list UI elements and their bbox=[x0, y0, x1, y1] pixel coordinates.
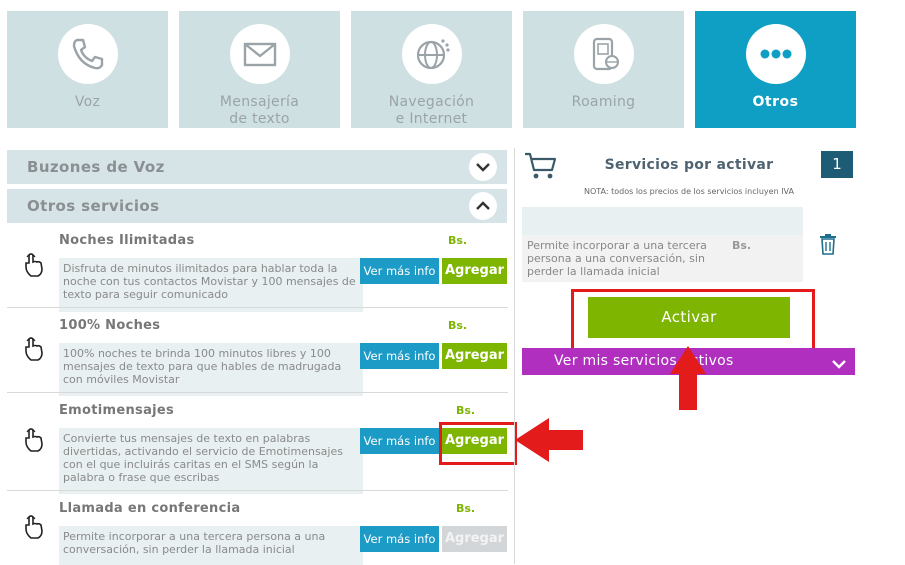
service-description: 100% noches te brinda 100 minutos libres… bbox=[59, 343, 363, 396]
service-price: Bs. bbox=[456, 502, 476, 515]
chevron-up-icon[interactable] bbox=[469, 192, 497, 220]
highlight-box-agregar bbox=[439, 422, 517, 465]
tab-roaming[interactable]: Roaming bbox=[523, 11, 684, 128]
cart-note: NOTA: todos los precios de los servicios… bbox=[584, 187, 794, 196]
divider bbox=[7, 490, 508, 491]
agregar-button[interactable]: Agregar bbox=[442, 526, 507, 552]
trash-icon[interactable] bbox=[818, 233, 838, 259]
agregar-button[interactable]: Agregar bbox=[442, 343, 507, 369]
section-title: Buzones de Voz bbox=[27, 158, 165, 176]
touch-hand-icon bbox=[23, 252, 45, 282]
tab-label: Mensajería de texto bbox=[219, 94, 300, 127]
service-price: Bs. bbox=[456, 404, 476, 417]
service-description: Convierte tus mensajes de texto en palab… bbox=[59, 428, 363, 494]
envelope-icon bbox=[229, 24, 290, 84]
tab-voz[interactable]: Voz bbox=[7, 11, 168, 128]
touch-hand-icon bbox=[23, 427, 45, 457]
roaming-phone-icon bbox=[573, 24, 634, 84]
ver-mas-info-button[interactable]: Ver más info bbox=[360, 526, 439, 552]
ver-mas-info-button[interactable]: Ver más info bbox=[360, 258, 439, 284]
activar-button[interactable]: Activar bbox=[588, 297, 790, 338]
tab-mensajeria[interactable]: Mensajería de texto bbox=[179, 11, 340, 128]
tab-label: Roaming bbox=[571, 94, 636, 110]
more-dots-icon bbox=[745, 24, 806, 84]
section-title: Otros servicios bbox=[27, 197, 160, 215]
cart-item-price: Bs. bbox=[732, 239, 752, 252]
red-arrow-up-icon bbox=[668, 344, 708, 416]
service-description: Permite incorporar a una tercera persona… bbox=[59, 526, 363, 565]
cart-count-badge: 1 bbox=[821, 151, 853, 178]
tab-label: Navegación e Internet bbox=[388, 94, 475, 127]
service-title: Llamada en conferencia bbox=[59, 501, 241, 516]
cart-title: Servicios por activar bbox=[604, 157, 774, 173]
tab-navegacion[interactable]: Navegación e Internet bbox=[351, 11, 512, 128]
service-description: Disfruta de minutos ilimitados para habl… bbox=[59, 258, 363, 312]
chevron-down-icon[interactable] bbox=[469, 153, 497, 181]
divider bbox=[7, 392, 508, 393]
phone-icon bbox=[57, 24, 118, 84]
service-price: Bs. bbox=[448, 234, 468, 247]
section-buzones-de-voz[interactable]: Buzones de Voz bbox=[7, 150, 507, 184]
section-otros-servicios[interactable]: Otros servicios bbox=[7, 189, 507, 223]
agregar-button[interactable]: Agregar bbox=[442, 258, 507, 284]
tab-otros[interactable]: Otros bbox=[695, 11, 856, 128]
globe-icon bbox=[401, 24, 462, 84]
service-title: 100% Noches bbox=[59, 318, 161, 333]
touch-hand-icon bbox=[23, 514, 45, 544]
tab-label: Voz bbox=[74, 94, 101, 110]
chevron-down-icon bbox=[832, 355, 846, 374]
ver-mas-info-button[interactable]: Ver más info bbox=[360, 343, 439, 369]
cart-item-header bbox=[522, 207, 803, 235]
service-title: Emotimensajes bbox=[59, 403, 175, 418]
service-price: Bs. bbox=[448, 319, 468, 332]
cart-item-description: Permite incorporar a una tercera persona… bbox=[527, 239, 707, 278]
tab-label: Otros bbox=[752, 94, 799, 110]
touch-hand-icon bbox=[23, 336, 45, 366]
cart-item: Permite incorporar a una tercera persona… bbox=[522, 235, 803, 282]
divider bbox=[7, 307, 508, 308]
cart-icon bbox=[523, 151, 559, 185]
ver-mas-info-button[interactable]: Ver más info bbox=[360, 428, 439, 454]
red-arrow-left-icon bbox=[513, 416, 585, 468]
service-title: Noches Ilimitadas bbox=[59, 233, 195, 248]
column-divider bbox=[514, 148, 515, 564]
